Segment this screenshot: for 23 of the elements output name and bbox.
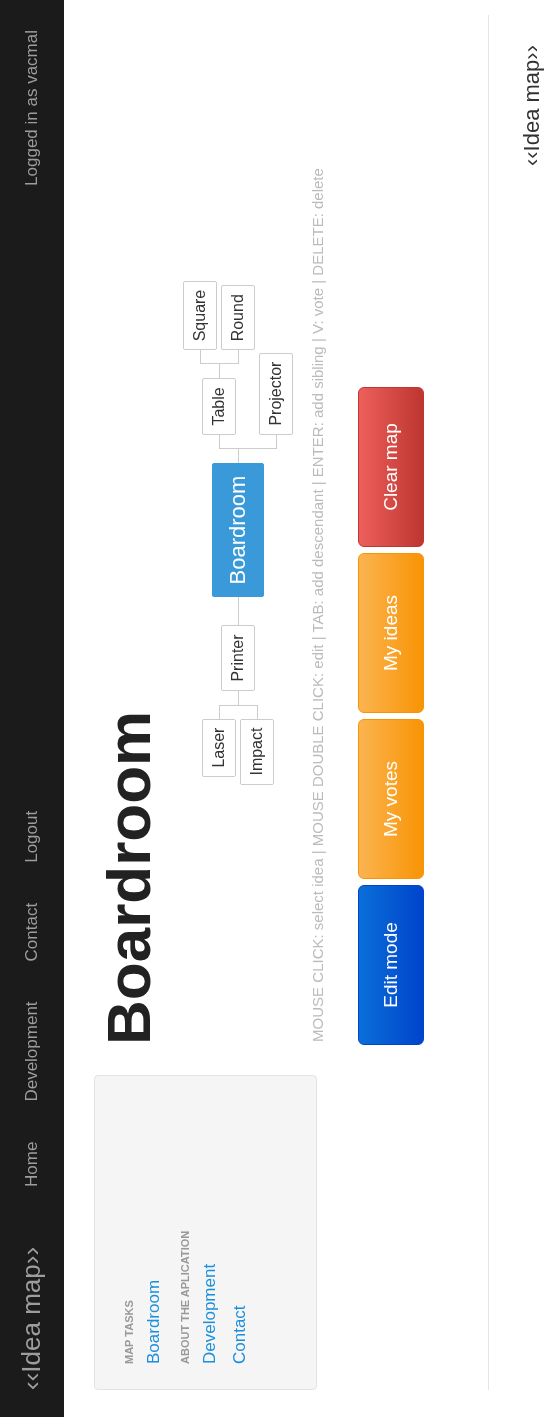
idea-node[interactable]: Table <box>201 378 236 435</box>
idea-node[interactable]: Square <box>182 280 217 351</box>
sidebar-heading: ABOUT THE APLICATION <box>178 1229 191 1364</box>
nav-link[interactable]: Logout <box>21 810 42 863</box>
brand-logo[interactable]: ‹‹Idea map›› <box>16 1246 48 1390</box>
help-text: MOUSE CLICK: select idea | MOUSE DOUBLE CLICK: edit | TAB: add descendant | ENTER: add sibling | V: vote | DELETE: delete <box>307 167 327 1044</box>
footer-brand: ‹‹Idea map›› <box>519 45 545 167</box>
idea-node[interactable]: Printer <box>220 625 255 691</box>
nav-link[interactable]: Home <box>21 1141 42 1187</box>
nav-link[interactable]: Contact <box>21 902 42 962</box>
user-status: Logged in as vacmal <box>21 30 42 186</box>
clear-button[interactable]: Clear map <box>357 387 424 547</box>
sidebar-heading: MAP TASKS <box>122 1299 135 1364</box>
idea-node[interactable]: Laser <box>201 718 236 777</box>
sidebar-link[interactable]: Development <box>199 1101 220 1364</box>
sidebar-link[interactable]: Boardroom <box>143 1101 164 1364</box>
page-title: Boardroom <box>93 710 164 1045</box>
sidebar-link[interactable]: Contact <box>229 1101 250 1364</box>
nav-link[interactable]: Development <box>21 1001 42 1102</box>
idea-node[interactable]: Round <box>220 285 255 351</box>
idea-node[interactable]: Projector <box>258 352 293 435</box>
mode-button[interactable]: Edit mode <box>357 885 424 1045</box>
idea-node[interactable]: Impact <box>239 718 274 785</box>
